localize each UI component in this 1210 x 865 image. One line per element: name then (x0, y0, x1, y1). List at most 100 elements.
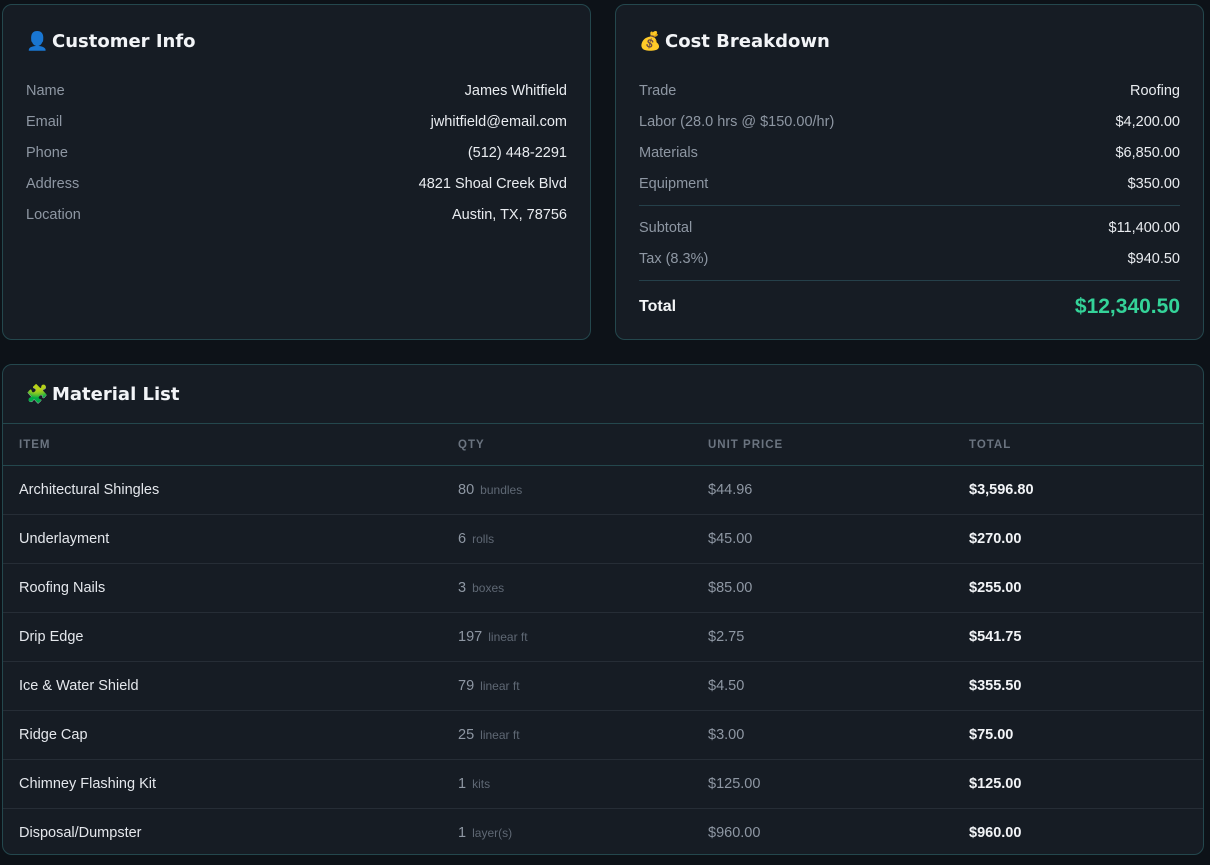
header-unit-price[interactable]: UNIT PRICE (708, 439, 783, 451)
material-unit-price: $125.00 (708, 776, 761, 792)
material-qty-value: 6 (458, 531, 467, 547)
puzzle-piece-icon: 🧩 (26, 384, 49, 405)
equipment-label: Equipment (639, 175, 709, 192)
material-item-name: Architectural Shingles (19, 482, 160, 498)
customer-location-value: Austin, TX, 78756 (451, 206, 567, 223)
table-row[interactable]: Chimney Flashing Kit 1 kits $125.00 $125.00 (3, 760, 1203, 809)
customer-location-row: Location Austin, TX, 78756 (26, 199, 567, 230)
table-row[interactable]: Ice & Water Shield 79 linear ft $4.50 $355.… (3, 662, 1203, 711)
table-row[interactable]: Ridge Cap 25 linear ft $3.00 $75.00 (3, 711, 1203, 760)
material-total: $355.50 (969, 678, 1022, 694)
material-unit-price: $85.00 (708, 580, 753, 596)
total-value: $12,340.50 (1074, 295, 1180, 318)
material-qty: 1 layer(s) (458, 825, 512, 841)
header-qty[interactable]: QTY (458, 439, 485, 451)
material-unit-price: $960.00 (708, 825, 761, 841)
person-icon: 👤 (26, 31, 49, 52)
material-total: $541.75 (969, 629, 1022, 645)
customer-email-value: jwhitfield@email.com (430, 113, 567, 130)
customer-name-value: James Whitfield (464, 82, 567, 99)
customer-email-label: Email (26, 113, 63, 130)
tax-value: $940.50 (1127, 250, 1180, 267)
customer-info-card: 👤 Customer Info Name James Whitfield Ema… (2, 4, 591, 340)
labor-value: $4,200.00 (1115, 113, 1180, 130)
labor-label: Labor (28.0 hrs @ $150.00/hr) (639, 113, 835, 130)
equipment-value: $350.00 (1127, 175, 1180, 192)
trade-value: Roofing (1130, 82, 1180, 99)
tax-row: Tax (8.3%) $940.50 (639, 243, 1180, 274)
material-qty-unit: bundles (480, 483, 523, 497)
material-qty-unit: boxes (472, 581, 505, 595)
table-row[interactable]: Roofing Nails 3 boxes $85.00 $255.00 (3, 564, 1203, 613)
material-total: $255.00 (969, 580, 1022, 596)
material-qty-unit: linear ft (480, 679, 520, 693)
material-qty: 6 rolls (458, 531, 494, 547)
cost-breakdown-card: 💰 Cost Breakdown Trade Roofing Labor (28… (615, 4, 1204, 340)
equipment-row: Equipment $350.00 (639, 168, 1180, 199)
customer-name-label: Name (26, 82, 65, 99)
customer-address-label: Address (26, 175, 80, 192)
money-bag-icon: 💰 (639, 31, 662, 52)
trade-row: Trade Roofing (639, 75, 1180, 106)
customer-info-title: 👤 Customer Info (26, 31, 196, 52)
materials-cost-value: $6,850.00 (1115, 144, 1180, 161)
materials-cost-row: Materials $6,850.00 (639, 137, 1180, 168)
material-qty: 3 boxes (458, 580, 504, 596)
material-qty-unit: layer(s) (472, 826, 513, 840)
material-item-name: Disposal/Dumpster (19, 825, 142, 841)
material-table-header: ITEM QTY UNIT PRICE TOTAL (3, 423, 1203, 466)
material-total: $960.00 (969, 825, 1022, 841)
customer-email-row: Email jwhitfield@email.com (26, 106, 567, 137)
material-total: $3,596.80 (969, 482, 1034, 498)
material-item-name: Chimney Flashing Kit (19, 776, 156, 792)
table-row[interactable]: Underlayment 6 rolls $45.00 $270.00 (3, 515, 1203, 564)
tax-label: Tax (8.3%) (639, 250, 709, 267)
table-row[interactable]: Drip Edge 197 linear ft $2.75 $541.75 (3, 613, 1203, 662)
material-qty-value: 1 (458, 776, 467, 792)
material-item-name: Ridge Cap (19, 727, 88, 743)
material-total: $125.00 (969, 776, 1022, 792)
material-qty: 25 linear ft (458, 727, 520, 743)
material-qty-value: 1 (458, 825, 467, 841)
table-row[interactable]: Disposal/Dumpster 1 layer(s) $960.00 $960.0… (3, 809, 1203, 854)
header-item[interactable]: ITEM (19, 439, 50, 451)
material-total: $270.00 (969, 531, 1022, 547)
material-list-title-text: Material List (52, 384, 180, 405)
subtotal-value: $11,400.00 (1108, 219, 1181, 236)
material-unit-price: $3.00 (708, 727, 745, 743)
material-unit-price: $44.96 (708, 482, 753, 498)
customer-info-title-text: Customer Info (52, 31, 196, 52)
material-unit-price: $4.50 (708, 678, 745, 694)
material-qty: 80 bundles (458, 482, 522, 498)
cost-breakdown-title-text: Cost Breakdown (665, 31, 830, 52)
cost-breakdown-title: 💰 Cost Breakdown (639, 31, 830, 52)
material-qty: 79 linear ft (458, 678, 520, 694)
material-qty: 197 linear ft (458, 629, 528, 645)
material-qty-unit: linear ft (480, 728, 520, 742)
customer-info-list: Name James Whitfield Email jwhitfield@em… (26, 75, 567, 230)
material-list-card: 🧩 Material List ITEM QTY UNIT PRICE TOTA… (2, 364, 1204, 855)
material-table-body: Architectural Shingles 80 bundles $44.96 $3… (3, 466, 1203, 854)
material-item-name: Roofing Nails (19, 580, 106, 596)
material-qty-value: 197 (458, 629, 483, 645)
header-total[interactable]: TOTAL (969, 439, 1011, 451)
customer-phone-label: Phone (26, 144, 68, 161)
material-item-name: Ice & Water Shield (19, 678, 139, 694)
cost-divider (639, 205, 1180, 206)
material-qty-unit: rolls (472, 532, 495, 546)
customer-address-value: 4821 Shoal Creek Blvd (418, 175, 567, 192)
materials-cost-label: Materials (639, 144, 698, 161)
material-item-name: Underlayment (19, 531, 110, 547)
customer-name-row: Name James Whitfield (26, 75, 567, 106)
material-list-title: 🧩 Material List (26, 384, 179, 405)
cost-breakdown-list: Trade Roofing Labor (28.0 hrs @ $150.00/… (639, 75, 1180, 327)
material-qty: 1 kits (458, 776, 490, 792)
material-qty-unit: kits (472, 777, 491, 791)
trade-label: Trade (639, 82, 677, 99)
labor-row: Labor (28.0 hrs @ $150.00/hr) $4,200.00 (639, 106, 1180, 137)
customer-phone-row: Phone (512) 448-2291 (26, 137, 567, 168)
material-qty-value: 79 (458, 678, 475, 694)
material-qty-value: 3 (458, 580, 467, 596)
table-row[interactable]: Architectural Shingles 80 bundles $44.96 $3… (3, 466, 1203, 515)
material-unit-price: $45.00 (708, 531, 753, 547)
